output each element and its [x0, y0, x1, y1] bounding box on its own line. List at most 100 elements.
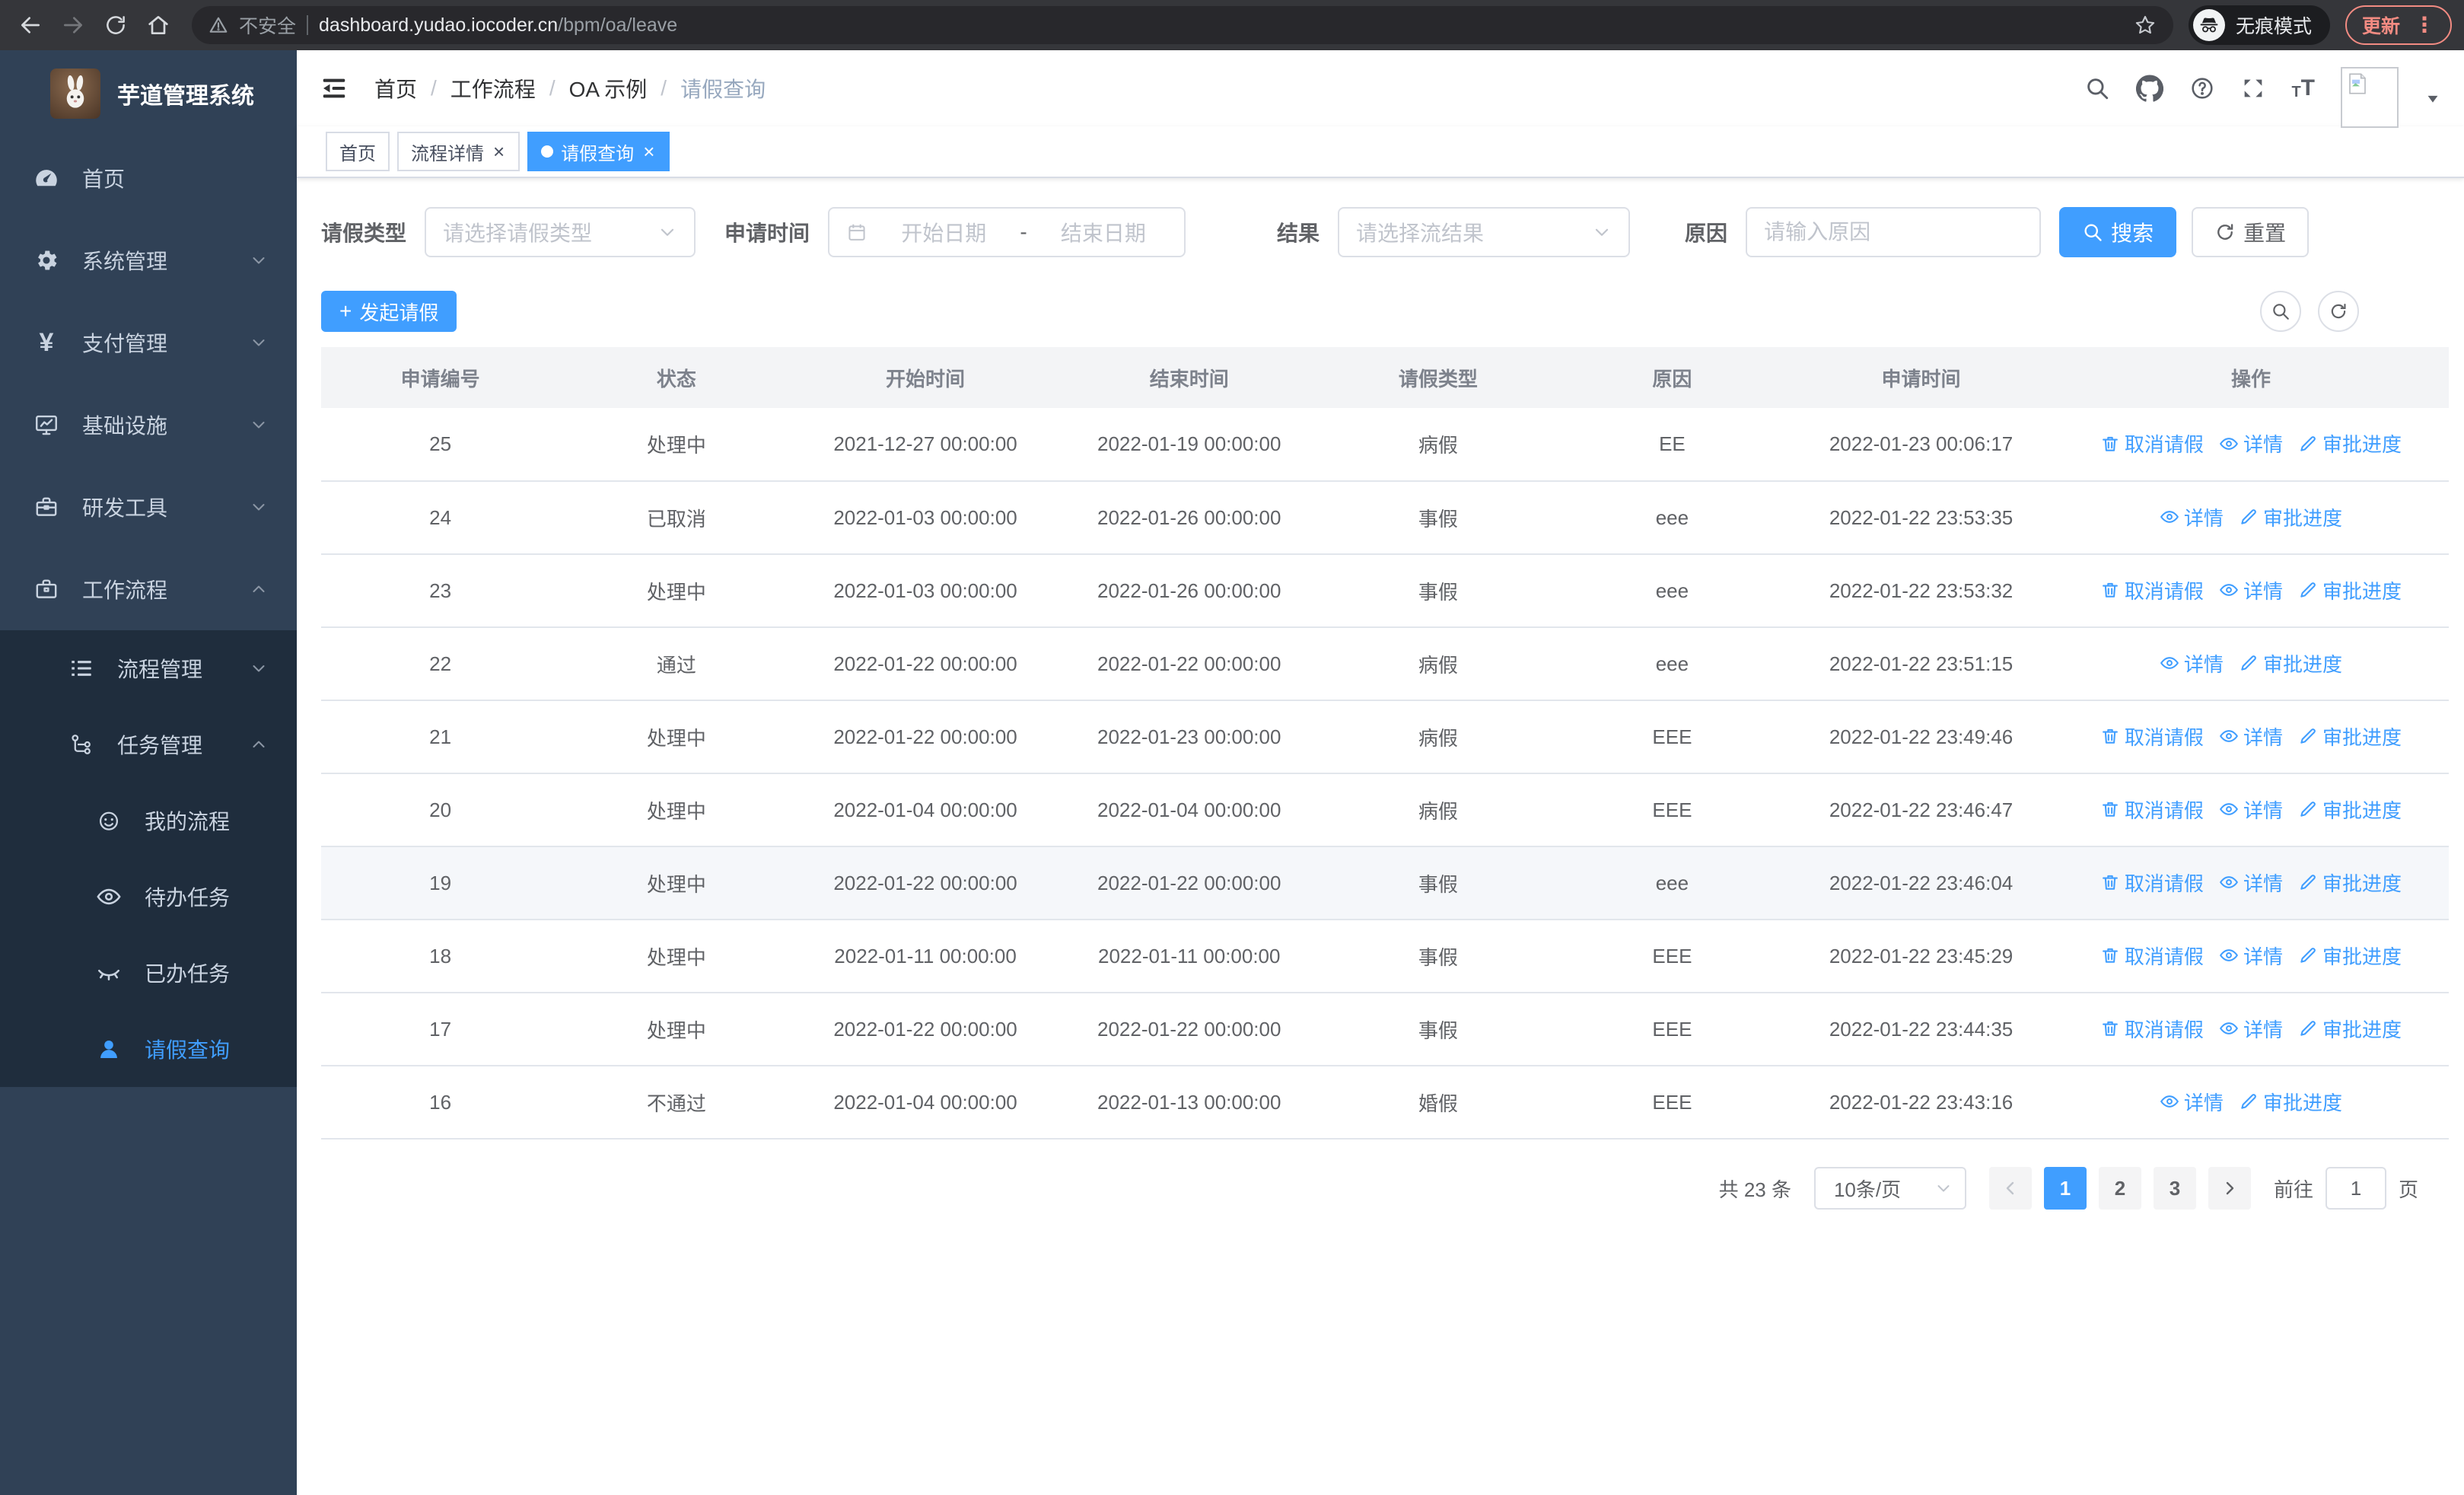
- cell-end: 2022-01-22 00:00:00: [1057, 627, 1322, 701]
- cancel-leave-link[interactable]: 取消请假: [2100, 795, 2204, 824]
- detail-link[interactable]: 详情: [2219, 429, 2283, 457]
- action-label: 详情: [2183, 652, 2224, 676]
- sidebar-item-process-mgmt[interactable]: 流程管理: [0, 630, 297, 706]
- avatar[interactable]: [2341, 67, 2399, 128]
- search-button[interactable]: 搜索: [2059, 207, 2177, 257]
- cell-apply_time: 2022-01-22 23:53:32: [1789, 554, 2053, 628]
- tab-process-detail[interactable]: 流程详情 ×: [397, 132, 520, 171]
- progress-link[interactable]: 审批进度: [2298, 722, 2402, 751]
- next-page-button[interactable]: [2208, 1167, 2251, 1210]
- breadcrumb-item[interactable]: OA 示例: [569, 73, 648, 104]
- cancel-leave-link[interactable]: 取消请假: [2100, 869, 2204, 897]
- sidebar-item-payment[interactable]: ¥ 支付管理: [0, 301, 297, 384]
- page-button-3[interactable]: 3: [2153, 1167, 2196, 1210]
- browser-forward-button[interactable]: [55, 7, 91, 43]
- browser-reload-button[interactable]: [97, 7, 134, 43]
- sidebar-item-infra[interactable]: 基础设施: [0, 384, 297, 466]
- page-size-select[interactable]: 10条/页: [1813, 1167, 1966, 1210]
- progress-link[interactable]: 审批进度: [2239, 503, 2342, 531]
- toggle-search-button[interactable]: [2260, 291, 2301, 332]
- cell-actions: 取消请假 详情 审批进度: [2052, 993, 2449, 1066]
- sidebar-item-leave-query[interactable]: 请假查询: [0, 1011, 297, 1087]
- progress-link[interactable]: 审批进度: [2239, 649, 2342, 677]
- sidebar-item-home[interactable]: 首页: [0, 137, 297, 219]
- sidebar-item-my-process[interactable]: 我的流程: [0, 783, 297, 859]
- column-header: 结束时间: [1057, 347, 1322, 408]
- action-label: 详情: [2243, 725, 2283, 749]
- prev-page-button[interactable]: [1988, 1167, 2032, 1210]
- detail-link[interactable]: 详情: [2219, 1015, 2283, 1043]
- plus-icon: +: [339, 299, 352, 323]
- reset-button[interactable]: 重置: [2192, 207, 2310, 257]
- sidebar-toggle-icon[interactable]: [320, 74, 349, 103]
- search-icon[interactable]: [2084, 75, 2110, 101]
- browser-home-button[interactable]: [140, 7, 177, 43]
- progress-link[interactable]: 审批进度: [2298, 576, 2402, 604]
- progress-link[interactable]: 审批进度: [2239, 1088, 2342, 1116]
- url-bar[interactable]: 不安全 dashboard.yudao.iocoder.cn/bpm/oa/le…: [192, 6, 2173, 44]
- sidebar-item-system[interactable]: 系统管理: [0, 219, 297, 301]
- pagination: 共 23 条 10条/页 123 前往 页: [321, 1167, 2449, 1210]
- apply-time-range-picker[interactable]: 开始日期 - 结束日期: [828, 207, 1186, 257]
- cell-status: 通过: [559, 627, 794, 701]
- cancel-leave-link[interactable]: 取消请假: [2100, 1015, 2204, 1043]
- detail-link[interactable]: 详情: [2219, 869, 2283, 897]
- avatar-caret-icon[interactable]: [2424, 91, 2441, 107]
- cancel-leave-link[interactable]: 取消请假: [2100, 576, 2204, 604]
- cell-start: 2022-01-11 00:00:00: [793, 920, 1058, 993]
- detail-link[interactable]: 详情: [2219, 576, 2283, 604]
- fullscreen-icon[interactable]: [2241, 76, 2265, 100]
- detail-link[interactable]: 详情: [2160, 503, 2224, 531]
- progress-link[interactable]: 审批进度: [2298, 429, 2402, 457]
- detail-link[interactable]: 详情: [2160, 649, 2224, 677]
- create-leave-button[interactable]: + 发起请假: [321, 291, 457, 332]
- cell-apply_time: 2022-01-22 23:44:35: [1789, 993, 2053, 1066]
- page-button-1[interactable]: 1: [2043, 1167, 2087, 1210]
- bookmark-star-icon[interactable]: [2134, 14, 2157, 37]
- table-row: 18 处理中 2022-01-11 00:00:00 2022-01-11 00:00…: [321, 920, 2449, 993]
- browser-menu-icon[interactable]: ⋮: [2414, 14, 2435, 36]
- close-tab-icon[interactable]: ×: [492, 142, 506, 161]
- sidebar-item-label: 研发工具: [82, 496, 168, 520]
- table-row: 23 处理中 2022-01-03 00:00:00 2022-01-26 00:00…: [321, 554, 2449, 628]
- sidebar-item-devtools[interactable]: 研发工具: [0, 466, 297, 548]
- progress-link[interactable]: 审批进度: [2298, 795, 2402, 824]
- cancel-leave-link[interactable]: 取消请假: [2100, 429, 2204, 457]
- cell-actions: 详情 审批进度: [2052, 1066, 2449, 1140]
- detail-link[interactable]: 详情: [2219, 795, 2283, 824]
- progress-link[interactable]: 审批进度: [2298, 869, 2402, 897]
- table-tools: [2260, 291, 2359, 332]
- sidebar-item-task-mgmt[interactable]: 任务管理: [0, 706, 297, 783]
- detail-link[interactable]: 详情: [2219, 722, 2283, 751]
- app-logo-row[interactable]: 芋道管理系统: [0, 50, 297, 137]
- browser-back-button[interactable]: [12, 7, 49, 43]
- sidebar-item-todo-tasks[interactable]: 待办任务: [0, 859, 297, 935]
- sidebar-item-label: 待办任务: [145, 886, 231, 910]
- goto-page-input[interactable]: [2325, 1167, 2386, 1210]
- search-icon: [2271, 301, 2291, 321]
- cancel-leave-link[interactable]: 取消请假: [2100, 722, 2204, 751]
- close-tab-icon[interactable]: ×: [641, 142, 656, 161]
- refresh-table-button[interactable]: [2318, 291, 2359, 332]
- help-icon[interactable]: [2189, 75, 2215, 101]
- font-size-icon[interactable]: TT: [2291, 75, 2315, 101]
- github-icon[interactable]: [2136, 75, 2164, 102]
- breadcrumb-item[interactable]: 工作流程: [450, 73, 536, 104]
- cell-actions: 取消请假 详情 审批进度: [2052, 920, 2449, 993]
- progress-link[interactable]: 审批进度: [2298, 1015, 2402, 1043]
- pager: 123: [1988, 1167, 2251, 1210]
- leave-type-select[interactable]: 请选择请假类型: [425, 207, 696, 257]
- detail-link[interactable]: 详情: [2160, 1088, 2224, 1116]
- page-button-2[interactable]: 2: [2098, 1167, 2141, 1210]
- sidebar-item-done-tasks[interactable]: 已办任务: [0, 935, 297, 1011]
- browser-update-button[interactable]: 更新 ⋮: [2345, 5, 2452, 45]
- progress-link[interactable]: 审批进度: [2298, 942, 2402, 970]
- breadcrumb-item[interactable]: 首页: [374, 73, 417, 104]
- tab-leave-query[interactable]: 请假查询 ×: [527, 132, 670, 171]
- reason-input[interactable]: [1746, 207, 2042, 257]
- result-select[interactable]: 请选择流结果: [1338, 207, 1631, 257]
- cancel-leave-link[interactable]: 取消请假: [2100, 942, 2204, 970]
- tab-home[interactable]: 首页: [326, 132, 390, 171]
- detail-link[interactable]: 详情: [2219, 942, 2283, 970]
- sidebar-item-workflow[interactable]: 工作流程: [0, 548, 297, 630]
